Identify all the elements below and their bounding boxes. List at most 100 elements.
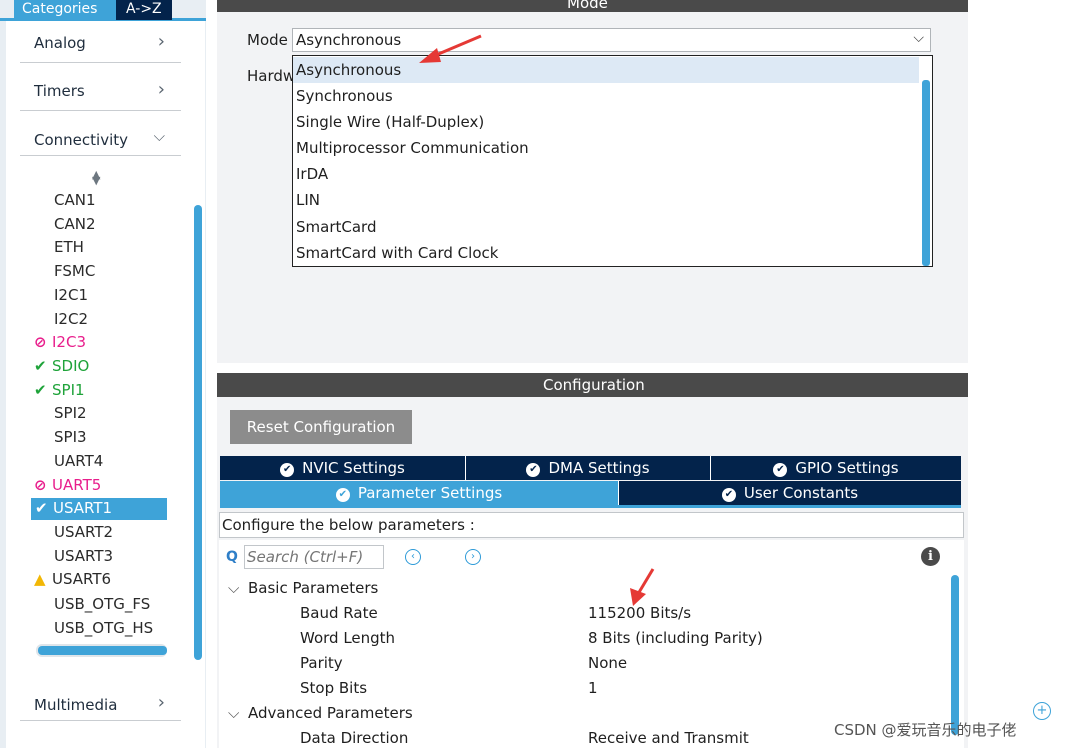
tab-label: GPIO Settings [795,459,899,477]
warning-icon: ▲ [34,570,46,588]
group-label: Advanced Parameters [248,704,413,722]
tab-nvic-settings[interactable]: ✔ NVIC Settings [220,456,466,480]
tab-gpio-settings[interactable]: ✔ GPIO Settings [711,456,961,480]
dropdown-scrollbar[interactable] [922,80,930,266]
tab-label: NVIC Settings [302,459,405,477]
group-advanced-parameters[interactable]: ⌵ Advanced Parameters [228,704,413,722]
peripheral-label: USART6 [52,570,112,588]
tab-a-to-z[interactable]: A->Z [116,0,172,20]
previous-icon[interactable]: ‹ [405,549,421,565]
watermark: CSDN @爱玩音乐的电子佬 [834,721,1017,739]
tab-user-constants[interactable]: ✔ User Constants [619,481,961,505]
peripheral-usart6[interactable]: ▲ USART6 [34,570,111,588]
category-timers[interactable]: Timers › [20,70,181,111]
next-icon[interactable]: › [465,549,481,565]
configure-description-box: Configure the below parameters : [219,512,964,538]
peripheral-usart2[interactable]: USART2 [54,523,113,541]
red-arrow-annotation [419,34,482,63]
check-circle-icon: ✔ [35,499,48,517]
param-name: Baud Rate [300,604,378,622]
group-basic-parameters[interactable]: ⌵ Basic Parameters [228,579,378,597]
category-label: Multimedia [34,696,118,714]
hardware-flow-control-label: Hardware Flow Control (RS232) [247,67,293,85]
configure-description: Configure the below parameters : [222,516,475,534]
mode-option-smartcard[interactable]: SmartCard [293,214,919,240]
peripheral-i2c1[interactable]: I2C1 [54,286,88,304]
tab-underline [220,505,961,508]
param-value[interactable]: 8 Bits (including Parity) [588,629,763,647]
peripheral-usb-otg-hs[interactable]: USB_OTG_HS [54,619,153,637]
param-value[interactable]: None [588,654,627,672]
chevron-right-icon: › [157,692,165,713]
mode-option-asynchronous[interactable]: Asynchronous [293,57,919,83]
mode-option-multiprocessor[interactable]: Multiprocessor Communication [293,135,919,161]
peripheral-eth[interactable]: ETH [54,238,84,256]
peripheral-label: SDIO [52,357,90,375]
mode-option-synchronous[interactable]: Synchronous [293,83,919,109]
right-blank-area [968,0,1083,748]
peripheral-usart1[interactable]: ✔ USART1 [31,498,167,520]
mode-select-value: Asynchronous [296,31,402,49]
configuration-header: Configuration [217,373,968,397]
peripheral-can1[interactable]: CAN1 [54,191,96,209]
chevron-down-icon: ⌵ [228,579,240,597]
mode-option-single-wire[interactable]: Single Wire (Half-Duplex) [293,109,919,135]
peripheral-i2c3[interactable]: ⊘ I2C3 [34,333,86,351]
tab-label: DMA Settings [548,459,650,477]
peripheral-label: UART5 [52,476,102,494]
param-value[interactable]: Receive and Transmit [588,729,749,748]
category-multimedia[interactable]: Multimedia › [20,680,181,721]
mode-option-irda[interactable]: IrDA [293,161,919,187]
mode-option-lin[interactable]: LIN [293,187,919,213]
peripheral-uart4[interactable]: UART4 [54,452,103,470]
peripheral-spi1[interactable]: ✔ SPI1 [34,381,85,399]
disabled-icon: ⊘ [34,333,47,351]
chevron-down-icon: ⌵ [913,30,924,46]
peripheral-spi3[interactable]: SPI3 [54,428,87,446]
mode-dropdown-list: Asynchronous Synchronous Single Wire (Ha… [292,55,933,267]
group-label: Basic Parameters [248,579,379,597]
search-input[interactable] [244,545,384,569]
check-circle-icon: ✔ [280,463,295,477]
check-circle-icon: ✔ [773,463,788,477]
chevron-down-icon: ⌵ [228,704,240,722]
peripheral-can2[interactable]: CAN2 [54,215,96,233]
mode-option-smartcard-clock[interactable]: SmartCard with Card Clock [293,240,919,266]
search-icon: Q [226,549,238,565]
check-icon: ✔ [34,357,47,375]
tab-dma-settings[interactable]: ✔ DMA Settings [466,456,711,480]
peripheral-spi2[interactable]: SPI2 [54,404,87,422]
peripheral-label: I2C3 [52,333,86,351]
info-icon[interactable]: i [921,547,940,566]
chevron-right-icon: › [157,31,165,52]
peripheral-label: USART1 [53,499,113,517]
chevron-down-icon: ⌵ [153,127,165,145]
peripheral-uart5[interactable]: ⊘ UART5 [34,476,101,494]
mode-select[interactable]: Asynchronous ⌵ [292,28,931,52]
param-name: Word Length [300,629,396,647]
mode-header-title: Mode [567,0,608,12]
vertical-scrollbar[interactable] [194,205,202,660]
category-label: Connectivity [34,131,128,149]
param-name: Stop Bits [300,679,368,697]
peripheral-usb-otg-fs[interactable]: USB_OTG_FS [54,595,150,613]
category-analog[interactable]: Analog › [20,22,181,63]
param-value[interactable]: 1 [588,679,598,697]
check-circle-icon: ✔ [335,488,350,502]
tab-categories[interactable]: Categories [14,0,116,20]
parameters-scrollbar[interactable] [951,575,959,735]
peripheral-sdio[interactable]: ✔ SDIO [34,357,89,375]
tab-parameter-settings[interactable]: ✔ Parameter Settings [220,481,619,505]
usart1-label: ✔ USART1 [35,499,112,517]
check-circle-icon: ✔ [721,488,736,502]
horizontal-scrollbar[interactable] [38,646,167,655]
check-circle-icon: ✔ [526,463,541,477]
peripheral-usart3[interactable]: USART3 [54,547,113,565]
peripheral-fsmc[interactable]: FSMC [54,262,95,280]
tab-label: User Constants [743,484,859,502]
mode-header: Mode [217,0,968,12]
peripheral-i2c2[interactable]: I2C2 [54,310,88,328]
reset-configuration-button[interactable]: Reset Configuration [230,410,412,444]
zoom-in-icon[interactable]: + [1033,702,1051,720]
category-connectivity[interactable]: Connectivity ⌵ [20,115,181,156]
